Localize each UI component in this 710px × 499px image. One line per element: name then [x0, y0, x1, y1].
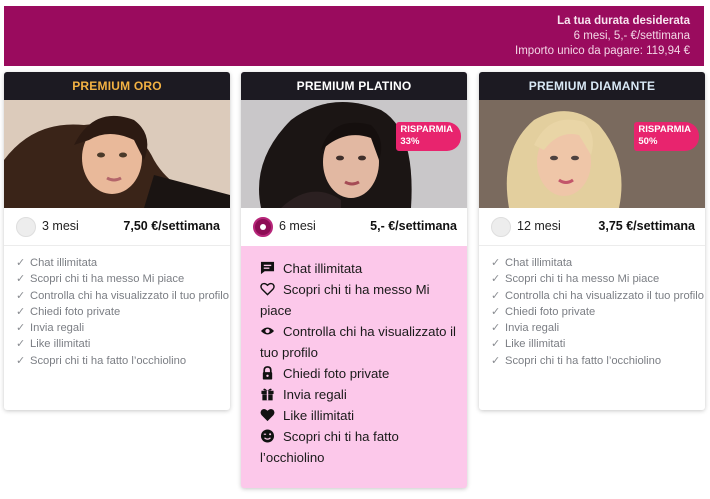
feature-label: Invia regali — [283, 387, 347, 402]
wink-icon — [260, 429, 275, 443]
chat-icon — [260, 261, 275, 275]
feature-label: Invia regali — [505, 322, 560, 335]
feature-item: ✓ Invia regali — [491, 320, 705, 336]
badge-percent: 33% — [400, 136, 420, 147]
feature-label: Chiedi foto private — [30, 305, 121, 318]
feature-item: Controlla chi ha visualizzato il tuo pro… — [260, 321, 459, 363]
heart-filled-icon — [260, 409, 275, 422]
check-icon: ✓ — [16, 354, 26, 367]
feature-label: Scopri chi ti ha messo Mi piace — [260, 282, 430, 318]
feature-item: ✓ Like illimitati — [16, 336, 230, 352]
plan-option-3-months[interactable]: 3 mesi 7,50 €/settimana — [4, 208, 230, 246]
check-icon: ✓ — [16, 257, 26, 269]
feature-label: Scopri chi ti ha fatto l’occhiolino — [505, 354, 662, 367]
check-icon: ✓ — [491, 273, 501, 286]
feature-item: ✓ Scopri chi ti ha fatto l’occhiolino — [491, 353, 705, 369]
feature-item: Scopri chi ti ha messo Mi piace — [260, 279, 459, 321]
lock-icon — [262, 366, 273, 380]
feature-item: ✓ Chat illimitata — [491, 255, 705, 271]
feature-label: Scopri chi ti ha messo Mi piace — [505, 273, 660, 286]
savings-badge-diamante: RISPARMIA 50% — [634, 122, 699, 151]
gift-icon — [261, 388, 274, 401]
feature-item: Scopri chi ti ha fatto l’occhiolino — [260, 426, 459, 468]
feature-label: Chat illimitata — [505, 257, 573, 269]
feature-item: ✓ Scopri chi ti ha messo Mi piace — [16, 271, 230, 287]
feature-label: Scopri chi ti ha fatto l’occhiolino — [260, 429, 399, 465]
feature-label: Controlla chi ha visualizzato il tuo pro… — [260, 324, 456, 360]
plan-card-platino[interactable]: PREMIUM PLATINO RISPARMIA 33% 6 mesi 5,-… — [241, 72, 467, 488]
feature-item: ✓ Invia regali — [16, 320, 230, 336]
duration-summary-banner: La tua durata desiderata 6 mesi, 5,- €/s… — [4, 6, 704, 66]
check-icon: ✓ — [491, 354, 501, 367]
check-icon: ✓ — [491, 322, 501, 335]
feature-item: ✓ Scopri chi ti ha messo Mi piace — [491, 271, 705, 287]
feature-label: Chat illimitata — [30, 257, 98, 269]
plan-card-oro[interactable]: PREMIUM ORO 3 mesi 7,50 €/settimana ✓ Cha… — [4, 72, 230, 410]
summary-duration-price: 6 mesi, 5,- €/settimana — [573, 30, 690, 42]
badge-label: RISPARMIA — [638, 124, 691, 135]
plan-features-platino: Chat illimitata Scopri chi ti ha messo M… — [241, 246, 467, 468]
feature-label: Invia regali — [30, 322, 85, 335]
feature-label: Like illimitati — [30, 338, 91, 351]
feature-item: ✓ Controlla chi ha visualizzato il tuo pr… — [491, 288, 705, 304]
summary-title: La tua durata desiderata — [557, 15, 690, 27]
feature-item: Invia regali — [260, 384, 459, 405]
feature-item: ✓ Chiedi foto private — [491, 304, 705, 320]
plan-photo-platino: RISPARMIA 33% — [241, 100, 467, 208]
feature-label: Controlla chi ha visualizzato il tuo pro… — [505, 289, 704, 302]
feature-label: Chiedi foto private — [283, 366, 390, 381]
plan-duration: 12 mesi — [517, 219, 561, 233]
plan-option-12-months[interactable]: 12 mesi 3,75 €/settimana — [479, 208, 705, 246]
feature-label: Chat illimitata — [283, 261, 363, 276]
plan-photo-oro — [4, 100, 230, 208]
plan-duration: 6 mesi — [279, 219, 316, 233]
plan-radio-oro[interactable] — [16, 217, 36, 237]
check-icon: ✓ — [16, 322, 26, 335]
check-icon: ✓ — [16, 305, 26, 318]
plan-weekly-price: 7,50 €/settimana — [123, 219, 220, 233]
plan-title-platino: PREMIUM PLATINO — [241, 72, 467, 100]
feature-item: ✓ Scopri chi ti ha fatto l’occhiolino — [16, 353, 230, 369]
feature-label: Scopri chi ti ha fatto l’occhiolino — [30, 354, 187, 367]
summary-total-amount: Importo unico da pagare: 119,94 € — [515, 45, 690, 57]
feature-item: ✓ Like illimitati — [491, 336, 705, 352]
check-icon: ✓ — [491, 338, 501, 351]
plan-radio-platino-selected[interactable] — [253, 217, 273, 237]
plan-card-diamante[interactable]: PREMIUM DIAMANTE RISPARMIA 50% 12 mesi 3… — [479, 72, 705, 410]
feature-item: ✓ Chiedi foto private — [16, 304, 230, 320]
check-icon: ✓ — [16, 273, 26, 286]
feature-label: Chiedi foto private — [505, 305, 596, 318]
feature-label: Like illimitati — [505, 338, 566, 351]
plan-option-6-months[interactable]: 6 mesi 5,- €/settimana — [241, 208, 467, 246]
plan-weekly-price: 3,75 €/settimana — [598, 219, 695, 233]
heart-outline-icon — [260, 282, 275, 296]
savings-badge-platino: RISPARMIA 33% — [396, 122, 461, 151]
plan-features-diamante: ✓ Chat illimitata ✓ Scopri chi ti ha messo… — [479, 246, 705, 369]
check-icon: ✓ — [16, 289, 26, 302]
feature-item: ✓ Chat illimitata — [16, 255, 230, 271]
feature-label: Like illimitati — [283, 408, 355, 423]
plan-title-diamante: PREMIUM DIAMANTE — [479, 72, 705, 100]
check-icon: ✓ — [491, 289, 501, 302]
feature-label: Controlla chi ha visualizzato il tuo pro… — [30, 289, 229, 302]
plan-radio-diamante[interactable] — [491, 217, 511, 237]
feature-item: Chiedi foto private — [260, 363, 459, 384]
check-icon: ✓ — [491, 305, 501, 318]
feature-item: Chat illimitata — [260, 258, 459, 279]
eye-icon — [260, 327, 275, 335]
badge-label: RISPARMIA — [400, 124, 453, 135]
feature-item: ✓ Controlla chi ha visualizzato il tuo pr… — [16, 288, 230, 304]
plan-features-oro: ✓ Chat illimitata ✓ Scopri chi ti ha messo… — [4, 246, 230, 369]
plan-weekly-price: 5,- €/settimana — [370, 219, 457, 233]
check-icon: ✓ — [16, 338, 26, 351]
check-icon: ✓ — [491, 257, 501, 269]
feature-label: Scopri chi ti ha messo Mi piace — [30, 273, 185, 286]
feature-item: Like illimitati — [260, 405, 459, 426]
badge-percent: 50% — [638, 136, 658, 147]
plan-photo-diamante: RISPARMIA 50% — [479, 100, 705, 208]
plan-title-oro: PREMIUM ORO — [4, 72, 230, 100]
plan-duration: 3 mesi — [42, 219, 79, 233]
